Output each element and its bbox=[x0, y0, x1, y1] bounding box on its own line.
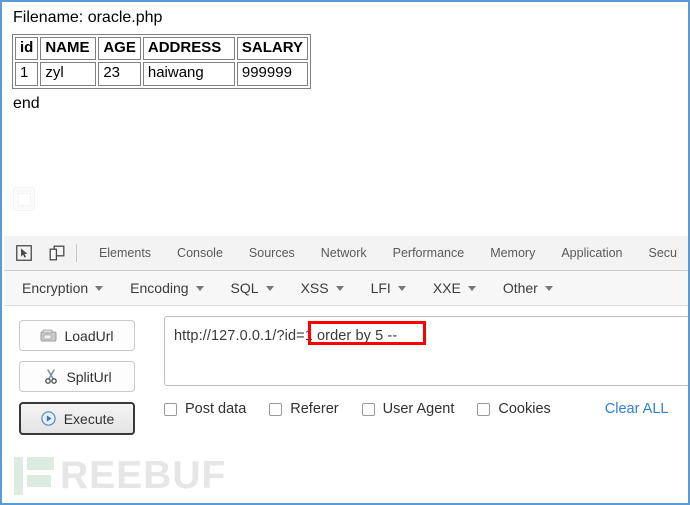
menu-lfi[interactable]: LFI bbox=[371, 280, 416, 296]
filename-label: Filename: oracle.php bbox=[13, 9, 163, 26]
chevron-down-icon bbox=[397, 285, 406, 291]
menu-other[interactable]: Other bbox=[503, 280, 563, 296]
table-header-id: id bbox=[15, 37, 39, 61]
loadurl-label: LoadUrl bbox=[64, 327, 114, 344]
table-row: 1 zyl 23 haiwang 999999 bbox=[15, 62, 308, 86]
table-header-row: id NAME AGE ADDRESS SALARY bbox=[15, 37, 308, 61]
referer-label: Referer bbox=[290, 401, 339, 417]
chevron-down-icon bbox=[265, 285, 274, 291]
menu-encoding[interactable]: Encoding bbox=[130, 280, 213, 296]
post-data-label: Post data bbox=[185, 401, 247, 417]
tab-performance[interactable]: Performance bbox=[380, 236, 478, 270]
execute-label: Execute bbox=[63, 410, 115, 427]
user-agent-checkbox[interactable] bbox=[361, 402, 375, 416]
menu-xss[interactable]: XSS bbox=[301, 280, 354, 296]
table-header-age: AGE bbox=[98, 37, 141, 61]
menu-xxe-label: XXE bbox=[432, 280, 461, 296]
tab-application[interactable]: Application bbox=[548, 236, 635, 270]
loadurl-icon bbox=[40, 328, 57, 343]
query-result-table: id NAME AGE ADDRESS SALARY 1 zyl 23 haiw… bbox=[12, 34, 311, 89]
execute-button[interactable]: Execute bbox=[19, 402, 135, 435]
menu-other-label: Other bbox=[502, 280, 538, 296]
tab-security[interactable]: Secu bbox=[636, 236, 689, 270]
referer-checkbox[interactable] bbox=[269, 402, 283, 416]
option-referer[interactable]: Referer bbox=[269, 401, 339, 417]
chevron-down-icon bbox=[95, 285, 104, 291]
device-toolbar-icon[interactable] bbox=[45, 241, 70, 265]
clear-all-link[interactable]: Clear ALL bbox=[605, 401, 669, 417]
post-data-checkbox[interactable] bbox=[164, 402, 177, 416]
table-header-name: NAME bbox=[40, 37, 97, 61]
option-cookies[interactable]: Cookies bbox=[477, 401, 551, 417]
end-label: end bbox=[13, 95, 40, 112]
tab-memory[interactable]: Memory bbox=[477, 236, 548, 270]
browser-page-content: Filename: oracle.php id NAME AGE ADDRESS… bbox=[4, 4, 688, 236]
chevron-down-icon bbox=[467, 285, 476, 291]
tab-sources[interactable]: Sources bbox=[236, 236, 308, 270]
menu-encryption[interactable]: Encryption bbox=[22, 280, 113, 296]
cell-age: 23 bbox=[98, 62, 141, 86]
chevron-down-icon bbox=[544, 285, 553, 291]
menu-sql-label: SQL bbox=[230, 280, 259, 296]
url-input-value: http://127.0.0.1/?id=1 order by 5 -- bbox=[174, 328, 398, 344]
menu-lfi-label: LFI bbox=[370, 280, 391, 296]
loadurl-button[interactable]: LoadUrl bbox=[19, 320, 135, 351]
hackbar-body: LoadUrl SplitUrl Execute http://127.0.0.… bbox=[4, 306, 688, 503]
faint-placeholder-artifact bbox=[13, 187, 35, 211]
screenshot-frame: Filename: oracle.php id NAME AGE ADDRESS… bbox=[0, 0, 690, 505]
toolbar-divider bbox=[76, 244, 77, 262]
cell-salary: 999999 bbox=[236, 62, 308, 86]
cell-id: 1 bbox=[15, 62, 39, 86]
table-header-salary: SALARY bbox=[236, 37, 308, 61]
url-input[interactable]: http://127.0.0.1/?id=1 order by 5 -- bbox=[164, 316, 688, 386]
menu-xss-label: XSS bbox=[300, 280, 329, 296]
inspect-element-icon[interactable] bbox=[12, 241, 37, 265]
chevron-down-icon bbox=[195, 285, 204, 291]
play-icon bbox=[40, 411, 57, 426]
cookies-label: Cookies bbox=[498, 401, 551, 417]
cookies-checkbox[interactable] bbox=[477, 402, 491, 416]
spliturl-label: SplitUrl bbox=[66, 368, 112, 385]
cell-name: zyl bbox=[40, 62, 97, 86]
table-header-address: ADDRESS bbox=[142, 37, 235, 61]
menu-xxe[interactable]: XXE bbox=[433, 280, 486, 296]
user-agent-label: User Agent bbox=[382, 401, 455, 417]
option-user-agent[interactable]: User Agent bbox=[361, 401, 455, 417]
menu-encryption-label: Encryption bbox=[22, 280, 89, 296]
hackbar-action-buttons: LoadUrl SplitUrl Execute bbox=[19, 320, 135, 445]
scissors-icon bbox=[42, 369, 59, 384]
spliturl-button[interactable]: SplitUrl bbox=[19, 361, 135, 392]
devtools-panel: Elements Console Sources Network Perform… bbox=[4, 236, 689, 503]
tab-network[interactable]: Network bbox=[308, 236, 380, 270]
option-post-data[interactable]: Post data bbox=[164, 401, 246, 417]
hackbar-menu-toolbar: Encryption Encoding SQL XSS LFI XXE Othe… bbox=[4, 271, 688, 306]
hackbar-options-row: Post data Referer User Agent Cookies Cle… bbox=[164, 401, 686, 417]
devtools-tabbar: Elements Console Sources Network Perform… bbox=[4, 236, 689, 271]
tab-console[interactable]: Console bbox=[164, 236, 236, 270]
menu-encoding-label: Encoding bbox=[130, 280, 189, 296]
tab-elements[interactable]: Elements bbox=[86, 236, 164, 270]
cell-address: haiwang bbox=[142, 62, 235, 86]
menu-sql[interactable]: SQL bbox=[231, 280, 284, 296]
chevron-down-icon bbox=[335, 285, 344, 291]
